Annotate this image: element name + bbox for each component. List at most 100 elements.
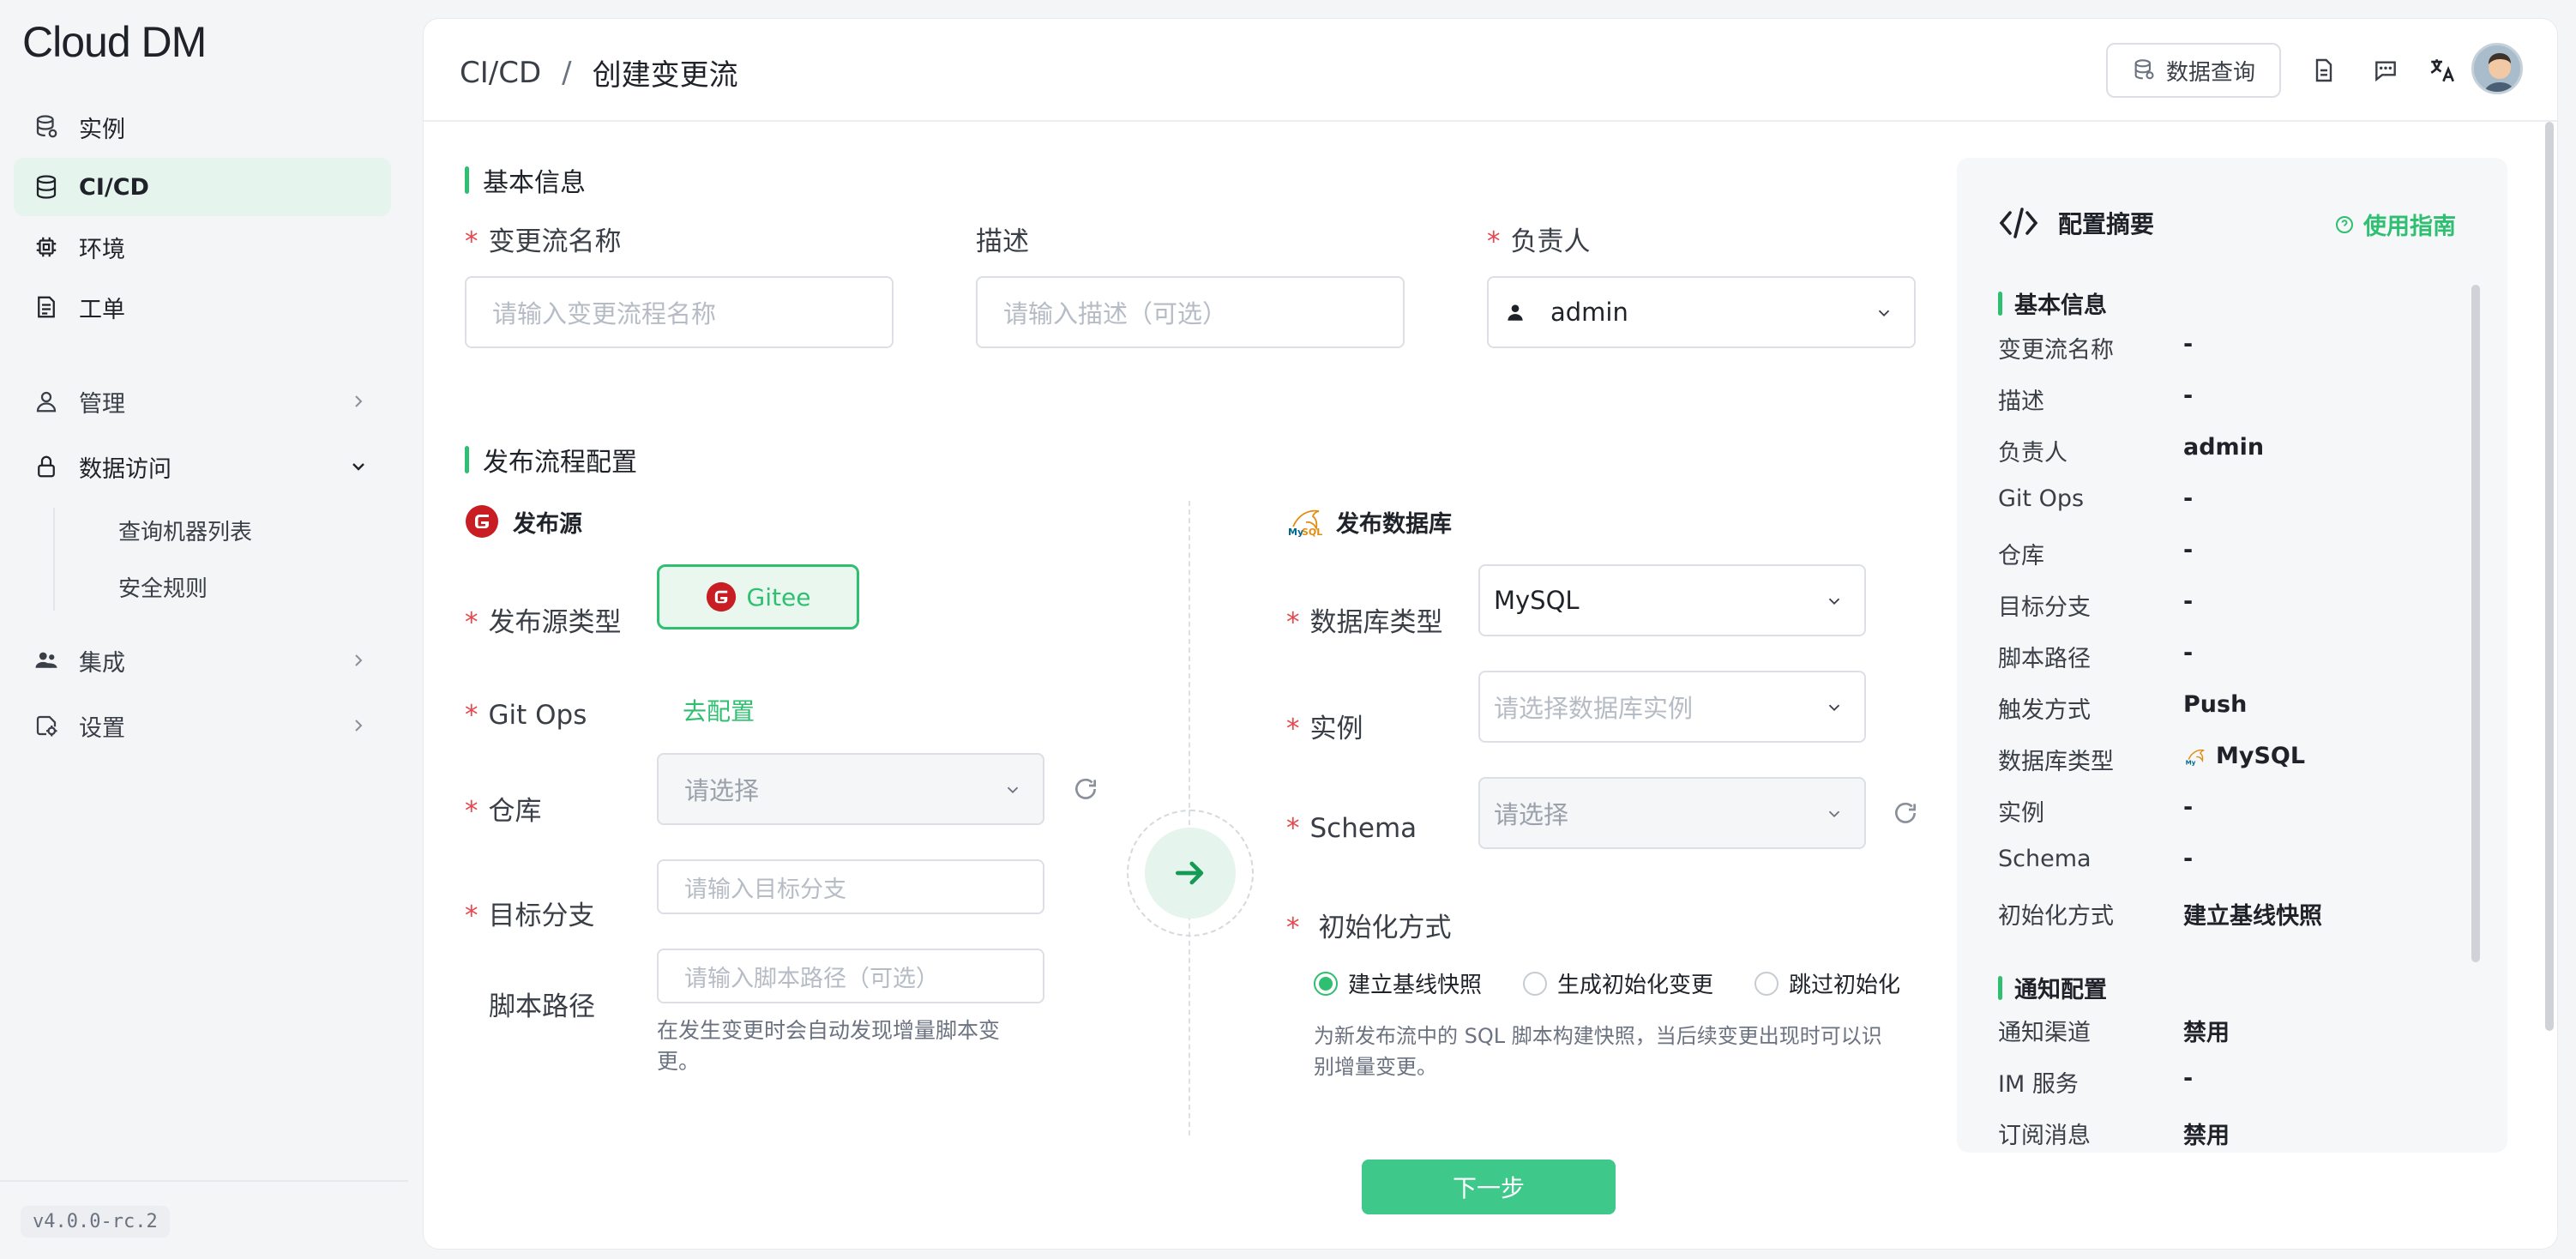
summary-key: 触发方式	[1998, 697, 2091, 724]
users-icon	[33, 647, 60, 674]
schema-select[interactable]: 请选择	[1478, 777, 1866, 849]
sidebar-item-label: 实例	[79, 116, 125, 143]
svg-text:My: My	[2186, 758, 2196, 766]
owner-label: * 负责人	[1487, 226, 1591, 257]
db-type-select[interactable]: MySQL	[1478, 564, 1866, 636]
sidebar-item-cicd[interactable]: CI/CD	[14, 158, 391, 216]
summary-notify-header: 通知配置	[1998, 971, 2107, 1004]
chevron-down-icon	[1828, 810, 1840, 818]
init-mode-label: * 初始化方式	[1286, 913, 1452, 943]
summary-value: 禁用	[2183, 1123, 2230, 1149]
summary-title: 配置摘要	[1998, 206, 2154, 240]
database-icon	[2134, 59, 2154, 80]
page-title: 创建变更流	[592, 58, 738, 93]
data-query-button[interactable]: 数据查询	[2106, 43, 2281, 98]
chevron-down-icon	[1878, 310, 1890, 317]
summary-key: 仓库	[1998, 543, 2044, 569]
section-basic-info: 基本信息	[465, 161, 586, 199]
database-icon	[33, 113, 60, 141]
gitee-source-option[interactable]: Gitee	[657, 564, 859, 630]
summary-key: 实例	[1998, 800, 2044, 827]
refresh-icon[interactable]	[1072, 775, 1099, 803]
user-avatar[interactable]	[2471, 43, 2523, 94]
radio-button[interactable]	[1523, 971, 1547, 996]
settings-icon	[33, 712, 60, 739]
refresh-icon[interactable]	[1892, 799, 1919, 827]
branch-label: * 目标分支	[465, 901, 595, 931]
repo-select[interactable]: 请选择	[657, 753, 1044, 825]
summary-value-db-type: My MySQL	[2183, 743, 2305, 769]
summary-value: -	[2183, 588, 2194, 615]
init-option-baseline[interactable]: 建立基线快照	[1314, 967, 1482, 999]
next-button[interactable]: 下一步	[1362, 1160, 1616, 1214]
gitee-icon	[706, 581, 736, 612]
ticket-icon	[33, 293, 60, 321]
sidebar-item-admin[interactable]: 管理	[14, 372, 391, 431]
sidebar-item-label: 设置	[79, 714, 125, 742]
publish-source-header: 发布源	[465, 504, 582, 539]
summary-key: 描述	[1998, 389, 2044, 415]
version-badge: v4.0.0-rc.2	[21, 1206, 170, 1238]
sidebar-item-label: 数据访问	[79, 455, 172, 483]
chevron-right-icon	[355, 654, 363, 666]
mysql-icon: MySQL	[1288, 509, 1322, 538]
init-option-generate[interactable]: 生成初始化变更	[1523, 967, 1713, 999]
summary-key: 订阅消息	[1998, 1123, 2091, 1149]
chat-icon[interactable]	[2368, 53, 2403, 87]
summary-key: 数据库类型	[1998, 749, 2114, 775]
section-publish-config: 发布流程配置	[465, 441, 637, 479]
summary-key: 初始化方式	[1998, 903, 2114, 930]
summary-value: -	[2183, 383, 2194, 409]
flow-name-input[interactable]: 请输入变更流程名称	[465, 276, 894, 348]
sidebar-item-data-access[interactable]: 数据访问	[14, 437, 391, 496]
summary-key: Schema	[1998, 846, 2091, 872]
breadcrumb-root[interactable]: CI/CD	[460, 56, 541, 90]
summary-value: -	[2183, 537, 2194, 563]
description-input[interactable]: 请输入描述（可选）	[976, 276, 1405, 348]
publish-database-header: My SQL 发布数据库	[1286, 504, 1452, 539]
branch-input[interactable]: 请输入目标分支	[657, 859, 1044, 914]
sidebar-subitem-security-rules[interactable]: 安全规则	[53, 571, 208, 603]
summary-key: 变更流名称	[1998, 337, 2114, 364]
summary-value: 建立基线快照	[2183, 903, 2322, 930]
schema-label: * Schema	[1286, 813, 1417, 844]
summary-value: -	[2183, 846, 2194, 872]
sidebar-item-settings[interactable]: 设置	[14, 696, 391, 755]
owner-value: admin	[1550, 298, 1628, 327]
sidebar-item-label: 集成	[79, 649, 125, 677]
init-mode-hint: 为新发布流中的 SQL 脚本构建快照，当后续变更出现时可以识 别增量变更。	[1314, 1024, 1882, 1079]
radio-button[interactable]	[1314, 971, 1338, 996]
summary-key: 目标分支	[1998, 594, 2091, 621]
summary-key: 通知渠道	[1998, 1020, 2091, 1046]
main-scrollbar[interactable]	[2545, 122, 2554, 1031]
usage-guide-link[interactable]: 使用指南	[2334, 208, 2456, 241]
sidebar: Cloud DM 实例 CI/CD 环境 工单 管理 数据访问 查询机器列表 安…	[0, 0, 408, 1259]
document-icon[interactable]	[2307, 53, 2341, 87]
owner-select[interactable]: admin	[1487, 276, 1916, 348]
script-path-input[interactable]: 请输入脚本路径（可选）	[657, 949, 1044, 1003]
summary-value: -	[2183, 485, 2194, 512]
top-bar: CI/CD / 创建变更流 数据查询	[424, 19, 2557, 122]
translate-icon[interactable]	[2425, 53, 2459, 87]
sidebar-subitem-query-machines[interactable]: 查询机器列表	[53, 515, 252, 546]
code-icon	[1999, 208, 2038, 238]
instance-select[interactable]: 请选择数据库实例	[1478, 671, 1866, 743]
summary-basic-header: 基本信息	[1998, 286, 2107, 320]
database-stack-icon	[33, 173, 60, 201]
summary-key: 负责人	[1998, 440, 2067, 467]
sidebar-item-tickets[interactable]: 工单	[14, 278, 391, 336]
sidebar-item-integration[interactable]: 集成	[14, 631, 391, 690]
app-logo[interactable]: Cloud DM	[22, 17, 207, 66]
sidebar-item-environment[interactable]: 环境	[14, 218, 391, 276]
summary-scrollbar[interactable]	[2471, 285, 2480, 962]
sidebar-item-instances[interactable]: 实例	[14, 98, 391, 156]
script-path-hint: 在发生变更时会自动发现增量脚本变 更。	[657, 1018, 1001, 1074]
sidebar-item-label: 环境	[79, 236, 125, 263]
radio-button[interactable]	[1754, 971, 1779, 996]
configure-gitops-link[interactable]: 去配置	[683, 693, 755, 727]
name-label: * 变更流名称	[465, 226, 622, 257]
init-option-skip[interactable]: 跳过初始化	[1754, 967, 1900, 999]
sidebar-divider	[0, 1180, 408, 1182]
help-circle-icon	[2336, 215, 2353, 233]
summary-value: -	[2183, 794, 2194, 821]
